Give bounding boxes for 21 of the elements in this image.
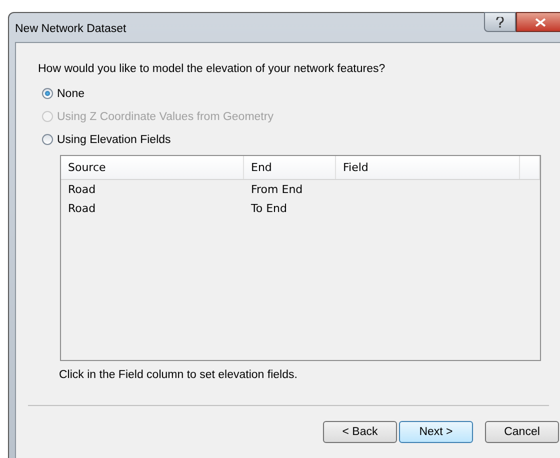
table-cell-text: Road [67, 183, 97, 196]
wizard-button[interactable]: < Back [323, 421, 397, 443]
column-header[interactable]: Field [336, 156, 520, 179]
radio-label[interactable]: None [57, 88, 84, 100]
window-title: New Network Dataset [15, 22, 126, 34]
close-button[interactable] [516, 12, 560, 32]
wizard-button[interactable]: Next > [399, 421, 473, 443]
close-icon [534, 18, 546, 26]
table-cell-text: Road [67, 202, 97, 215]
column-header[interactable]: Source [61, 156, 244, 179]
hint-text: Click in the Field column to set elevation fields. [59, 369, 298, 381]
radio-label[interactable]: Using Elevation Fields [57, 134, 171, 146]
wizard-button[interactable]: Cancel [485, 421, 559, 443]
radio-button[interactable] [42, 134, 53, 145]
radio-button[interactable] [42, 88, 53, 99]
question-text: How would you like to model the elevation of your network features? [38, 63, 386, 75]
column-header[interactable]: End [244, 156, 336, 179]
help-icon [496, 16, 504, 28]
table-cell-text: From End [250, 183, 304, 196]
help-button[interactable] [484, 12, 516, 32]
table-cell-text: To End [250, 202, 288, 215]
